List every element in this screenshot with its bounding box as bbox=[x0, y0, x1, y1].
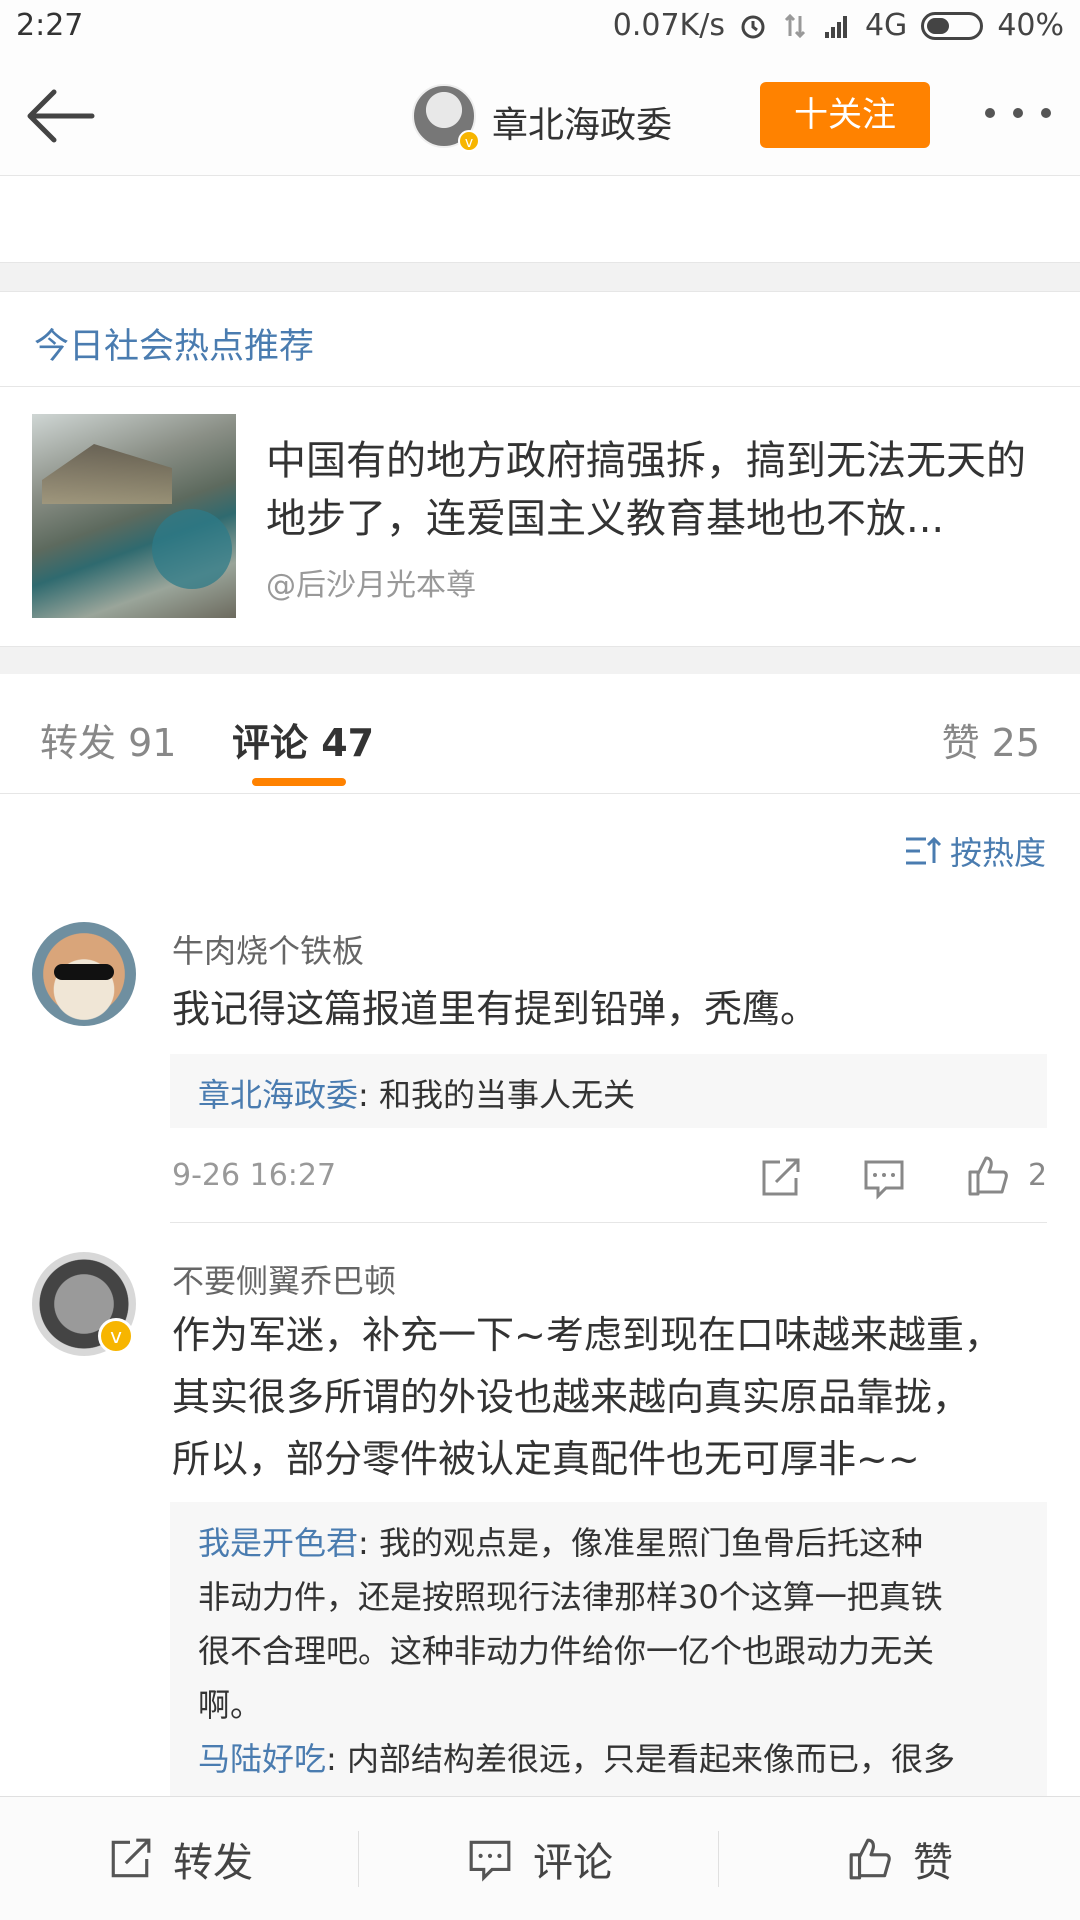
comment-text-line: 所以，部分零件被认定真配件也无可厚非~~ bbox=[172, 1437, 920, 1481]
reply-line: 章北海政委: 和我的当事人无关 bbox=[198, 1068, 1019, 1122]
share-icon bbox=[111, 1838, 151, 1878]
comment-icon bbox=[469, 1840, 511, 1882]
sort-label: 按热度 bbox=[949, 834, 1046, 872]
like-label: 赞 bbox=[913, 1840, 953, 1886]
reply-username[interactable]: 我是开色君 bbox=[198, 1524, 358, 1562]
reply-text: : 和我的当事人无关 bbox=[358, 1076, 635, 1114]
back-arrow-icon[interactable] bbox=[24, 86, 96, 146]
section-divider bbox=[0, 262, 1080, 292]
divider bbox=[170, 1222, 1047, 1223]
comment-text-line: 作为军迷，补充一下~考虑到现在口味越来越重， bbox=[172, 1313, 1002, 1357]
separator bbox=[718, 1831, 719, 1887]
hot-article-thumbnail[interactable] bbox=[32, 414, 236, 618]
comment-text-line: 其实很多所谓的外设也越来越向真实原品靠拢， bbox=[172, 1375, 971, 1419]
reply-text: 啊。 bbox=[198, 1686, 263, 1724]
status-time: 2:27 bbox=[16, 8, 84, 43]
sort-icon bbox=[905, 836, 942, 865]
data-transfer-icon bbox=[784, 13, 806, 38]
reply-text: 很不合理吧。这种非动力件给你一亿个也跟动力无关 bbox=[198, 1632, 935, 1670]
hot-article-source[interactable]: @后沙月光本尊 bbox=[266, 560, 476, 604]
hot-recommend-title[interactable]: 今日社会热点推荐 bbox=[34, 318, 314, 369]
section-divider bbox=[0, 646, 1080, 674]
reply-line: 我是开色君: 我的观点是，像准星照门鱼骨后托这种 bbox=[198, 1516, 1019, 1570]
comment-button[interactable]: 评论 bbox=[360, 1797, 720, 1920]
verified-badge-icon: v bbox=[458, 130, 480, 152]
reply-username[interactable]: 马陆好吃 bbox=[198, 1740, 326, 1778]
comment-time: 9-26 16:27 bbox=[172, 1158, 337, 1193]
reply-box[interactable]: 章北海政委: 和我的当事人无关 bbox=[170, 1054, 1047, 1128]
repost-button[interactable]: 转发 bbox=[0, 1797, 360, 1920]
reply-text: : 我的观点是，像准星照门鱼骨后托这种 bbox=[358, 1524, 923, 1562]
comment-username[interactable]: 牛肉烧个铁板 bbox=[172, 926, 364, 972]
reply-text: 非动力件，还是按照现行法律那样30个这算一把真铁 bbox=[198, 1578, 943, 1616]
like-icon bbox=[849, 1838, 891, 1880]
status-bar: 2:27 0.07K/s 4G 40% bbox=[0, 0, 1080, 58]
tab-like[interactable]: 赞 25 bbox=[942, 712, 1040, 767]
comment-label: 评论 bbox=[533, 1840, 613, 1886]
bottom-action-bar: 转发 评论 赞 bbox=[0, 1796, 1080, 1920]
battery-level: 40% bbox=[997, 8, 1064, 43]
reply-box[interactable]: 我是开色君: 我的观点是，像准星照门鱼骨后托这种 非动力件，还是按照现行法律那样… bbox=[170, 1502, 1047, 1796]
more-options-icon[interactable] bbox=[985, 108, 1051, 124]
reply-username[interactable]: 章北海政委 bbox=[198, 1076, 358, 1114]
tab-bar: 转发 91 评论 47 赞 25 bbox=[0, 674, 1080, 794]
comment-icon[interactable] bbox=[862, 1156, 906, 1200]
comment-text: 作为军迷，补充一下~考虑到现在口味越来越重， 其实很多所谓的外设也越来越向真实原… bbox=[172, 1304, 1042, 1490]
repost-label: 转发 bbox=[173, 1840, 253, 1886]
header-username[interactable]: 章北海政委 bbox=[492, 96, 672, 148]
share-icon[interactable] bbox=[758, 1156, 802, 1200]
separator bbox=[358, 1831, 359, 1887]
battery-icon bbox=[921, 11, 984, 40]
avatar[interactable] bbox=[32, 922, 136, 1026]
active-tab-indicator bbox=[252, 778, 346, 786]
hot-article-text[interactable]: 中国有的地方政府搞强拆，搞到无法无天的地步了，连爱国主义教育基地也不放... bbox=[266, 432, 1056, 548]
alarm-icon bbox=[741, 15, 765, 38]
tab-comment[interactable]: 评论 47 bbox=[232, 712, 374, 767]
verified-badge-icon: v bbox=[98, 1318, 134, 1354]
like-button[interactable]: 赞 bbox=[720, 1797, 1080, 1920]
reply-text: : 内部结构差很远，只是看起来像而已，很多 bbox=[326, 1740, 955, 1778]
top-nav: v 章北海政委 十关注 bbox=[0, 58, 1080, 176]
network-type: 4G bbox=[864, 8, 908, 43]
tab-repost[interactable]: 转发 91 bbox=[40, 712, 176, 767]
follow-button[interactable]: 十关注 bbox=[760, 82, 930, 148]
status-icons: 0.07K/s 4G 40% bbox=[613, 8, 1064, 43]
reply-line: 马陆好吃: 内部结构差很远，只是看起来像而已，很多 bbox=[198, 1732, 1019, 1786]
like-icon[interactable] bbox=[966, 1154, 1010, 1198]
comment-text: 我记得这篇报道里有提到铅弹，秃鹰。 bbox=[172, 987, 819, 1031]
signal-icon bbox=[824, 15, 847, 38]
like-count: 2 bbox=[1028, 1158, 1048, 1193]
comment-username[interactable]: 不要侧翼乔巴顿 bbox=[172, 1256, 396, 1302]
sort-button[interactable]: 按热度 bbox=[904, 828, 1046, 874]
divider bbox=[0, 386, 1080, 387]
network-speed: 0.07K/s bbox=[612, 8, 725, 43]
